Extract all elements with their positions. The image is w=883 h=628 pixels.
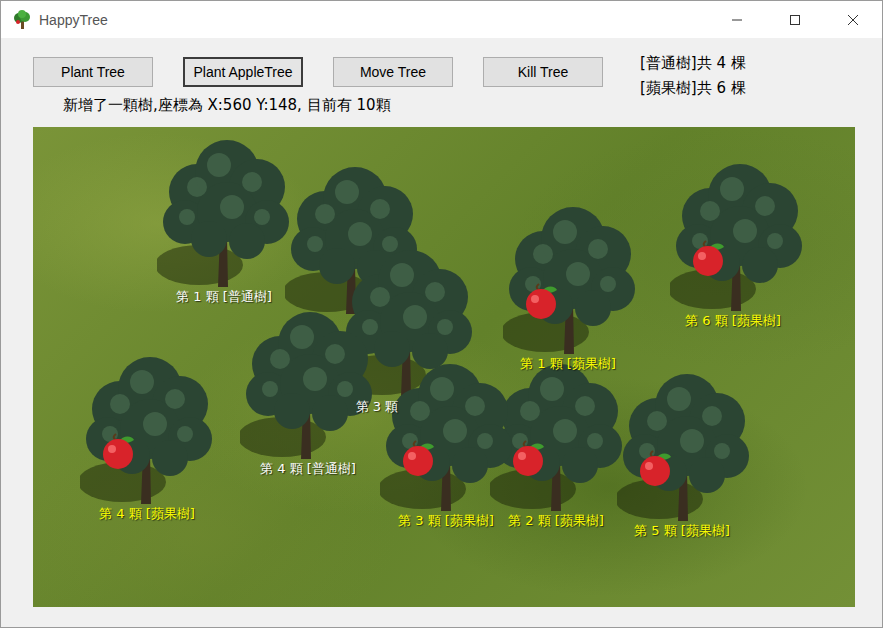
apple-tree-icon (670, 161, 810, 311)
action-button[interactable]: Plant AppleTree (183, 57, 303, 87)
tree-counts: [普通樹]共 4 棵[蘋果樹]共 6 棵 (640, 51, 746, 115)
status-text: 新增了一顆樹,座標為 X:560 Y:148, 目前有 10顆 (33, 95, 603, 115)
tree-icon (12, 10, 32, 30)
minimize-button[interactable] (708, 1, 766, 38)
apple-tree[interactable] (670, 161, 810, 311)
close-icon (847, 14, 859, 26)
tree-label: 第 1 顆 [普通樹] (174, 288, 274, 306)
minimize-icon (731, 14, 743, 26)
apple-tree-icon (80, 354, 220, 504)
grass-canvas[interactable]: 第 1 顆 [普通樹] 第 3 顆第 4 顆 [普通樹] 第 1 顆 [蘋果樹] 第 … (33, 127, 855, 607)
action-button[interactable]: Plant Tree (33, 57, 153, 87)
tree-label: 第 5 顆 [蘋果樹] (632, 522, 732, 540)
title-bar: HappyTree (1, 1, 882, 38)
apple-tree[interactable] (617, 371, 757, 521)
tree[interactable] (157, 137, 297, 287)
tree-label: 第 4 顆 [普通樹] (258, 460, 358, 478)
tree[interactable] (240, 309, 380, 459)
apple-icon (526, 284, 557, 319)
tree-label: 第 3 顆 [蘋果樹] (396, 512, 496, 530)
tree-label: 第 4 顆 [蘋果樹] (97, 505, 197, 523)
maximize-button[interactable] (766, 1, 824, 38)
apple-tree[interactable] (380, 361, 520, 511)
apple-tree-icon (617, 371, 757, 521)
apple-tree-icon (380, 361, 520, 511)
app-window: HappyTree Plant Tree Plant AppleTree Move T… (0, 0, 883, 628)
client-area: Plant Tree Plant AppleTree Move Tree Kill T… (1, 38, 882, 607)
apple-icon (640, 451, 671, 486)
apple-tree-icon (490, 361, 630, 511)
apple-icon (403, 441, 434, 476)
tree-label: 第 2 顆 [蘋果樹] (506, 512, 606, 530)
action-button[interactable]: Move Tree (333, 57, 453, 87)
apple-tree-icon (503, 204, 643, 354)
apple-tree[interactable] (490, 361, 630, 511)
tree-label: 第 1 顆 [蘋果樹] (518, 355, 618, 373)
tree-icon (157, 137, 297, 287)
tree-count: [普通樹]共 4 棵 (640, 51, 746, 76)
apple-icon (513, 441, 544, 476)
close-button[interactable] (824, 1, 882, 38)
apple-icon (693, 241, 724, 276)
action-button[interactable]: Kill Tree (483, 57, 603, 87)
apple-tree[interactable] (80, 354, 220, 504)
toolbar: Plant Tree Plant AppleTree Move Tree Kill T… (33, 57, 603, 87)
maximize-icon (789, 14, 801, 26)
tree-label: 第 6 顆 [蘋果樹] (683, 312, 783, 330)
tree-icon (240, 309, 380, 459)
tree-label: 第 3 顆 (354, 398, 401, 416)
apple-tree[interactable] (503, 204, 643, 354)
tree-count: [蘋果樹]共 6 棵 (640, 76, 746, 101)
apple-icon (103, 434, 134, 469)
window-title: HappyTree (39, 12, 108, 28)
